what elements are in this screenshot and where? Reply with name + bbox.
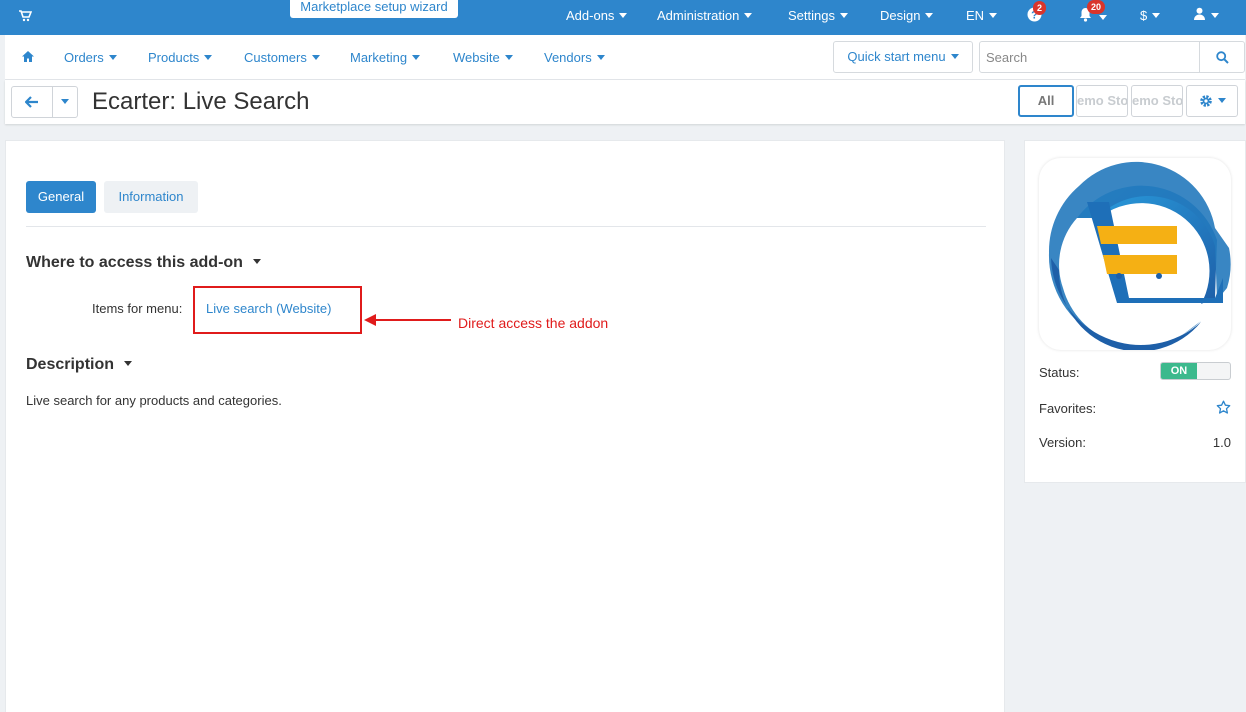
user-menu[interactable]	[1193, 7, 1219, 23]
currency-label: $	[1140, 8, 1148, 23]
tab-information[interactable]: Information	[104, 181, 198, 213]
chevron-down-icon	[596, 55, 605, 61]
annotation-arrow	[364, 314, 451, 326]
chevron-down-icon	[1152, 13, 1161, 19]
search-icon	[1215, 50, 1229, 64]
menu-addons-label: Add-ons	[566, 8, 615, 23]
where-to-access-heading[interactable]: Where to access this add-on	[26, 254, 261, 272]
nav-website[interactable]: Website	[453, 50, 513, 65]
chevron-down-icon	[619, 13, 628, 19]
nav-orders-label: Orders	[64, 50, 104, 65]
cart-icon[interactable]	[18, 9, 33, 26]
main-content: General Information Where to access this…	[5, 140, 1005, 712]
version-label: Version:	[1039, 435, 1086, 450]
nav-vendors[interactable]: Vendors	[544, 50, 605, 65]
top-bar: Marketplace setup wizard Add-ons Adminis…	[0, 0, 1246, 35]
chevron-down-icon	[311, 55, 320, 61]
menu-design-label: Design	[880, 8, 921, 23]
store-demo-button[interactable]: emo Sto	[1131, 85, 1183, 117]
menu-administration[interactable]: Administration	[657, 8, 753, 23]
star-icon[interactable]	[1216, 400, 1231, 418]
chevron-down-icon	[989, 13, 998, 19]
description-text: Live search for any products and categor…	[26, 393, 282, 408]
arrow-left-icon	[25, 96, 38, 108]
chevron-down-icon	[108, 55, 117, 61]
live-search-link[interactable]: Live search (Website)	[206, 301, 331, 316]
tab-general[interactable]: General	[26, 181, 96, 213]
description-heading-text: Description	[26, 356, 115, 373]
help-button[interactable]: ? 2	[1027, 1, 1047, 25]
chevron-down-icon	[252, 259, 261, 265]
nav-customers-label: Customers	[244, 50, 307, 65]
page-title: Ecarter: Live Search	[92, 88, 310, 115]
status-label: Status:	[1039, 365, 1080, 380]
chevron-down-icon	[950, 54, 959, 60]
annotation-text: Direct access the addon	[458, 315, 609, 331]
quick-start-label: Quick start menu	[847, 49, 946, 64]
menu-addons[interactable]: Add-ons	[566, 8, 628, 23]
chevron-down-icon	[744, 13, 753, 19]
chevron-down-icon	[925, 13, 934, 19]
chevron-down-icon	[1098, 15, 1107, 21]
nav-marketing[interactable]: Marketing	[350, 50, 421, 65]
status-toggle[interactable]: ON	[1160, 362, 1231, 380]
status-on-indicator: ON	[1161, 363, 1197, 379]
nav-marketing-label: Marketing	[350, 50, 408, 65]
chevron-down-icon	[1211, 13, 1219, 19]
back-button[interactable]	[11, 86, 53, 118]
menu-settings[interactable]: Settings	[788, 8, 848, 23]
back-dropdown-button[interactable]	[52, 86, 78, 118]
menu-design[interactable]: Design	[880, 8, 934, 23]
nav-vendors-label: Vendors	[544, 50, 592, 65]
nav-customers[interactable]: Customers	[244, 50, 320, 65]
home-icon[interactable]	[21, 50, 35, 66]
items-for-menu-label: Items for menu:	[92, 301, 183, 316]
store-demo-button[interactable]: emo Sto	[1076, 85, 1128, 117]
store-all-button[interactable]: All	[1018, 85, 1074, 117]
notifications-badge: 20	[1087, 0, 1106, 14]
search-input[interactable]	[979, 41, 1200, 73]
currency-menu[interactable]: $	[1140, 8, 1161, 23]
title-bar: Ecarter: Live Search All emo Sto emo Sto	[5, 80, 1245, 124]
main-navigation: Orders Products Customers Marketing Webs…	[5, 35, 1245, 80]
menu-settings-label: Settings	[788, 8, 835, 23]
favorites-label: Favorites:	[1039, 401, 1097, 416]
chevron-down-icon	[839, 13, 848, 19]
addon-logo	[1039, 158, 1231, 350]
chevron-down-icon	[61, 98, 69, 104]
addon-info-panel: Status: ON Favorites: Version: 1.0	[1024, 140, 1246, 483]
chevron-down-icon	[412, 55, 421, 61]
nav-orders[interactable]: Orders	[64, 50, 117, 65]
help-badge: 2	[1033, 1, 1047, 15]
user-icon	[1194, 7, 1205, 20]
where-to-access-heading-text: Where to access this add-on	[26, 254, 243, 271]
nav-website-label: Website	[453, 50, 500, 65]
gear-icon	[1199, 95, 1212, 107]
notifications-button[interactable]: 20	[1078, 0, 1107, 25]
menu-language[interactable]: EN	[966, 8, 998, 23]
nav-products[interactable]: Products	[148, 50, 213, 65]
menu-administration-label: Administration	[657, 8, 740, 23]
marketplace-setup-wizard-button[interactable]: Marketplace setup wizard	[290, 0, 458, 18]
tabs-divider	[26, 226, 986, 227]
quick-start-menu-button[interactable]: Quick start menu	[833, 41, 973, 73]
chevron-down-icon	[124, 361, 133, 367]
description-heading[interactable]: Description	[26, 356, 133, 374]
search-button[interactable]	[1199, 41, 1245, 73]
version-value: 1.0	[1212, 435, 1231, 450]
settings-dropdown-button[interactable]	[1186, 85, 1238, 117]
chevron-down-icon	[1217, 97, 1226, 103]
chevron-down-icon	[204, 55, 213, 61]
menu-language-label: EN	[966, 8, 985, 23]
chevron-down-icon	[504, 55, 513, 61]
nav-products-label: Products	[148, 50, 200, 65]
